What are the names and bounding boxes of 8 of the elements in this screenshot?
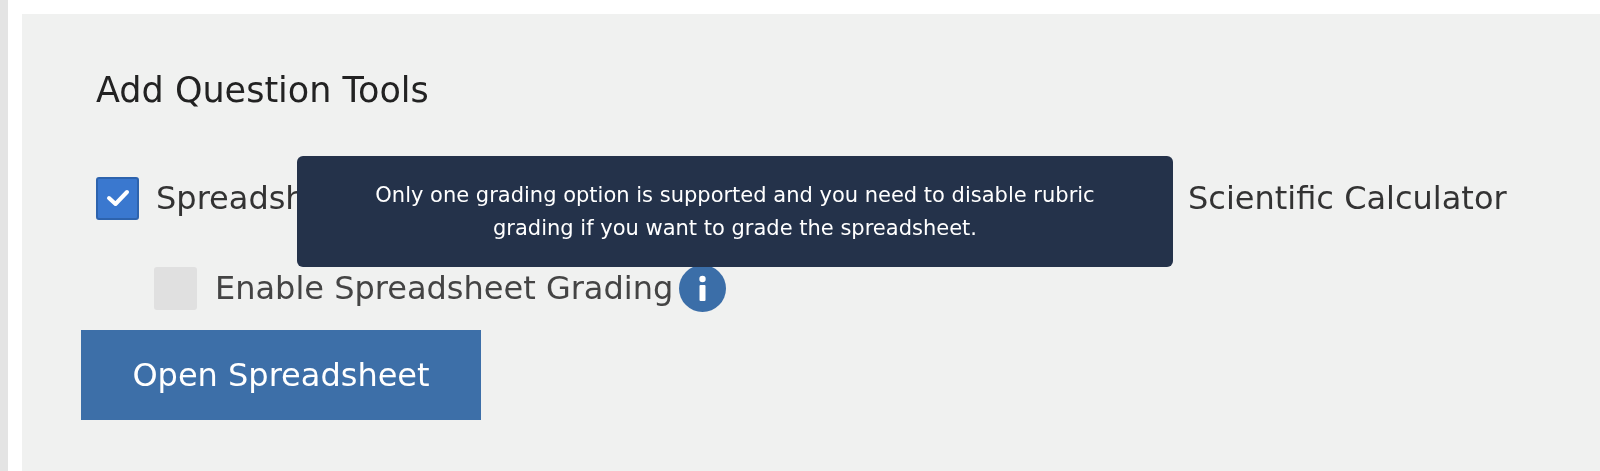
- tooltip: Only one grading option is supported and you need to disable rubric grading if you want to grade the spreadsheet.: [297, 156, 1173, 267]
- checkbox[interactable]: [96, 176, 139, 220]
- section-title: Add Question Tools: [96, 69, 429, 112]
- checkbox-label: Scientific Calculator: [1188, 178, 1507, 219]
- open-spreadsheet-button[interactable]: Open Spreadsheet: [81, 330, 481, 420]
- checkmark-icon: [105, 188, 130, 208]
- info-icon[interactable]: [679, 264, 727, 312]
- checkbox-label: Enable Spreadsheet Grading: [215, 268, 674, 309]
